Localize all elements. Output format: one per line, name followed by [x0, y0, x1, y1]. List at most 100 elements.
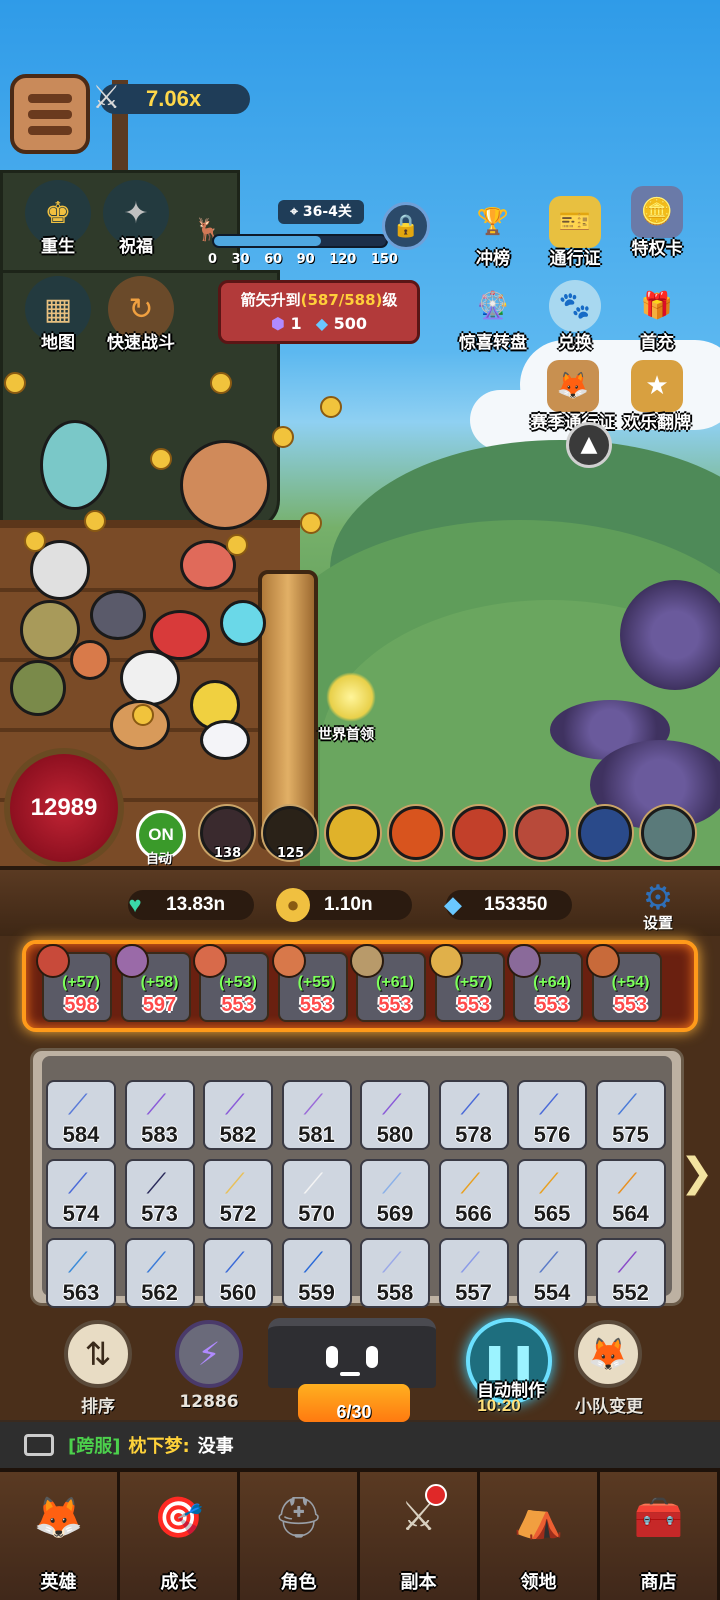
weapon-slot[interactable]: ⟋ 576	[517, 1080, 587, 1150]
hero-avatar-icon	[271, 944, 306, 978]
weapon-slot[interactable]: ⟋ 569	[360, 1159, 430, 1229]
forge-count: 6/30	[336, 1402, 372, 1422]
weapon-slot[interactable]: ⟋ 573	[124, 1159, 195, 1229]
map-button[interactable]: ▦ 地图	[18, 276, 98, 356]
tick-label: 0	[208, 252, 218, 267]
collapse-arrow-button[interactable]: ▲	[566, 422, 612, 468]
weapon-slot[interactable]: ⟋ 563	[46, 1238, 116, 1308]
squad-change-button[interactable]: 🦊 小队变更	[570, 1320, 646, 1417]
surprise-wheel-button[interactable]: 🎡 惊喜转盘	[448, 280, 538, 353]
blessing-button[interactable]: ✦ 祝福	[96, 180, 176, 260]
weapon-slot[interactable]: ⟋ 564	[595, 1159, 666, 1229]
shop-chest-icon: 🧰	[633, 1494, 684, 1541]
nav-item[interactable]: ⛑ 角色	[240, 1472, 360, 1600]
hero-unit	[220, 600, 266, 646]
weapon-slot[interactable]: ⟋ 583	[124, 1080, 195, 1150]
weapon-bonus: (+57)	[62, 974, 100, 991]
weapon-slot[interactable]: ⟋ 558	[360, 1238, 430, 1308]
tick-label: 150	[370, 252, 398, 267]
nav-item[interactable]: ⛺ 领地	[480, 1472, 600, 1600]
power-display[interactable]: 12989	[4, 748, 124, 868]
energy-button[interactable]: ⚡ 12886	[170, 1320, 248, 1412]
wolf-skill-icon[interactable]	[515, 806, 569, 860]
arrow-weapon-icon: ⟋	[225, 1088, 245, 1121]
meteor-skill-icon[interactable]	[452, 806, 506, 860]
bee-skill-icon[interactable]	[326, 806, 380, 860]
weapon-slot[interactable]: ⟋ 578	[438, 1080, 509, 1150]
exchange-button[interactable]: 🐾 兑换	[530, 280, 620, 353]
weapon-level: 553	[456, 994, 491, 1016]
nav-item[interactable]: 🎯 成长	[120, 1472, 240, 1600]
hearts-resource: ♥ 13.83n	[128, 890, 254, 920]
flip-card-button[interactable]: ★ 欢乐翻牌	[614, 360, 700, 433]
quick-battle-button[interactable]: ↻ 快速战斗	[96, 276, 186, 356]
settings-label: 设置	[642, 914, 673, 932]
quest-card[interactable]: 箭矢升到(587/588)级 ⬢ 1 ◆ 500	[218, 280, 420, 344]
weapon-slot[interactable]: ⟋ 562	[124, 1238, 195, 1308]
forge-anvil[interactable]	[268, 1318, 436, 1388]
diamonds-value: 153350	[484, 894, 548, 915]
chevron-right-icon: ❯	[680, 1150, 714, 1196]
skill-count: 125	[277, 846, 305, 861]
gold-coin-icon: ●	[276, 888, 310, 922]
arrow-weapon-icon: ⟋	[303, 1088, 324, 1121]
stage-progress-fill	[214, 236, 321, 246]
anvil-eye	[366, 1346, 378, 1368]
weapon-slot[interactable]: ⟋ 572	[203, 1159, 273, 1229]
weapon-level: 554	[533, 1280, 571, 1305]
location-pin-icon: ⌖	[290, 204, 298, 220]
weapon-level: 582	[219, 1122, 257, 1147]
fire-skill-icon[interactable]	[389, 806, 443, 860]
weapon-level: 553	[613, 994, 648, 1016]
weapon-level: 560	[219, 1280, 257, 1305]
pass-label: 通行证	[549, 249, 601, 269]
ranking-button[interactable]: 🏆 冲榜	[448, 196, 538, 269]
weapon-slot[interactable]: ⟋ 574	[46, 1159, 116, 1229]
season-pass-button[interactable]: 🦊 赛季通行证	[530, 360, 616, 433]
pass-button[interactable]: 🎫 通行证	[530, 196, 620, 269]
main-menu-button[interactable]	[10, 74, 90, 154]
next-page-arrow[interactable]: ❯	[680, 1150, 714, 1196]
settings-button[interactable]: ⚙ 设置	[630, 878, 686, 933]
weapon-slot[interactable]: ⟋ 552	[595, 1238, 666, 1308]
nav-item[interactable]: ⚔ 副本	[360, 1472, 480, 1600]
weapon-slot[interactable]: ⟋ 582	[203, 1080, 273, 1150]
weapon-slot[interactable]: ⟋ 566	[438, 1159, 509, 1229]
weapon-slot[interactable]: ⟋ 584	[46, 1080, 116, 1150]
weapon-slot[interactable]: ⟋ 559	[281, 1238, 352, 1308]
weapon-slot[interactable]: ⟋ 560	[203, 1238, 273, 1308]
nav-item[interactable]: 🧰 商店	[600, 1472, 720, 1600]
arrow-weapon-icon: ⟋	[539, 1088, 559, 1121]
gold-coin	[300, 512, 322, 534]
world-boss-icon[interactable]	[326, 672, 376, 722]
weapon-slot[interactable]: ⟋ 575	[595, 1080, 666, 1150]
weapon-bonus: (+61)	[376, 974, 414, 991]
weapon-slot[interactable]: ⟋ 565	[517, 1159, 587, 1229]
weapon-slot[interactable]: ⟋ 554	[517, 1238, 587, 1308]
weapon-slot[interactable]: ⟋ 570	[281, 1159, 352, 1229]
world-boss-label[interactable]: 世界首领	[318, 724, 374, 744]
quest-suffix: 级	[382, 291, 398, 309]
weapon-slot[interactable]: ⟋ 557	[438, 1238, 509, 1308]
weapon-slot[interactable]: ⟋ 580	[360, 1080, 430, 1150]
multiplier-value: 7.06x	[146, 86, 202, 111]
slash-skill-icon[interactable]	[641, 806, 695, 860]
privilege-card-button[interactable]: 🪙 特权卡	[612, 186, 702, 259]
ice-skill-icon[interactable]	[578, 806, 632, 860]
chat-channel: [跨服]	[68, 1436, 121, 1457]
hero-avatar-icon	[193, 944, 227, 978]
hero-unit	[120, 650, 180, 706]
chat-bar[interactable]: [跨服] 枕下梦: 没事	[0, 1422, 720, 1468]
quest-prefix: 箭矢升到	[240, 291, 301, 309]
weapon-slot[interactable]: ⟋ 581	[281, 1080, 352, 1150]
heart-icon: ♥	[128, 892, 142, 917]
nav-item[interactable]: 🦊 英雄	[0, 1472, 120, 1600]
gold-coin	[4, 372, 26, 394]
sort-button[interactable]: ⇅ 排序	[62, 1320, 134, 1417]
first-recharge-button[interactable]: 🎁 首充	[612, 280, 702, 353]
gold-coin	[150, 448, 172, 470]
boss-lock-button[interactable]: 🔒	[382, 202, 430, 250]
hero-avatar-icon	[36, 944, 70, 978]
weapon-level: 566	[455, 1201, 492, 1226]
rebirth-button[interactable]: ♚ 重生	[18, 180, 98, 260]
